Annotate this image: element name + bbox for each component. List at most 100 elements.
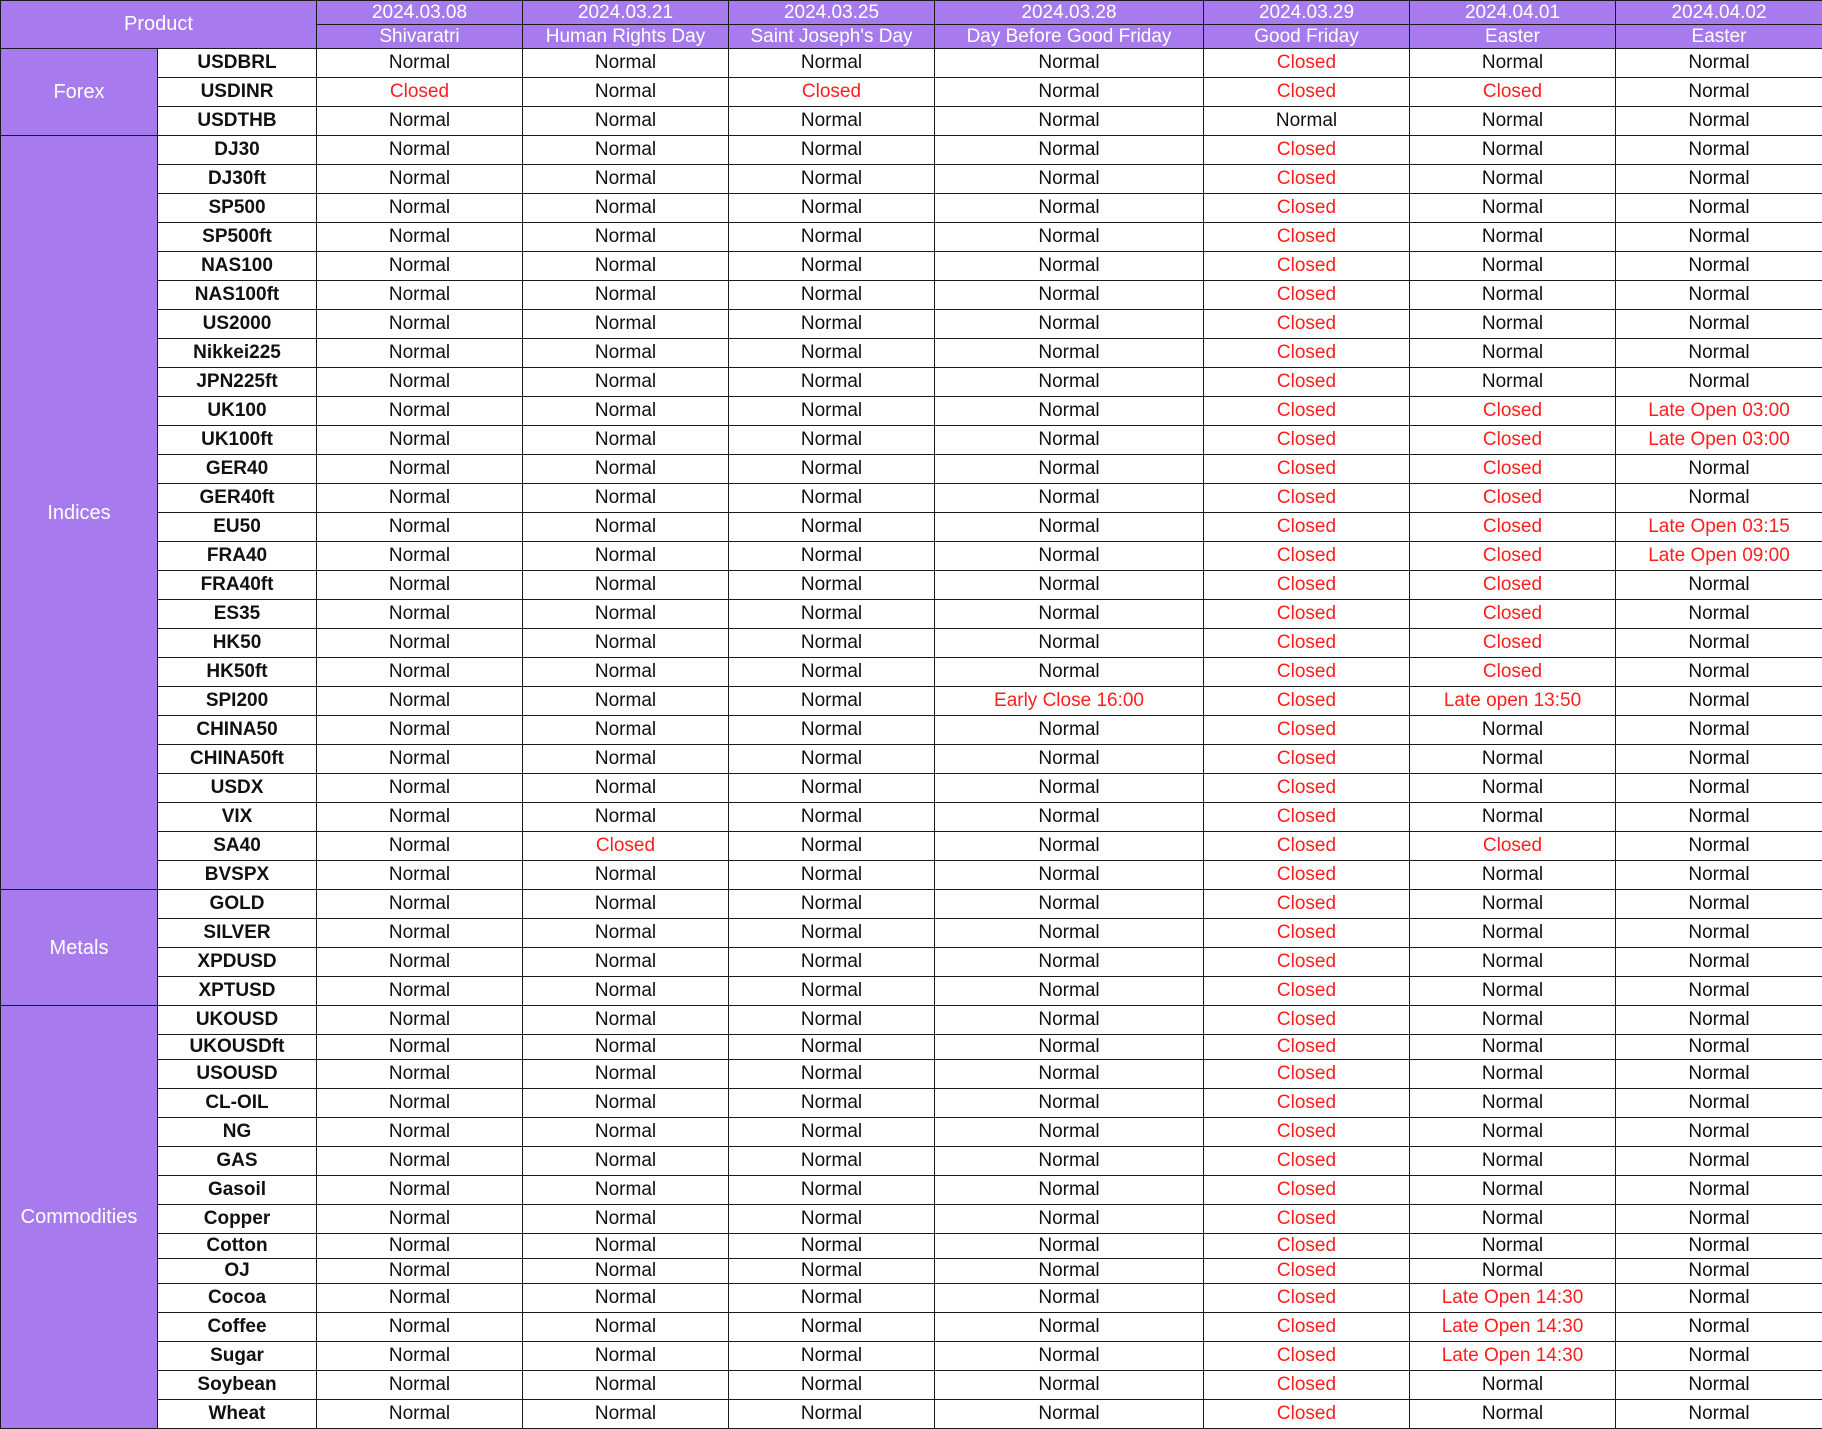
product-cell: SPI200 xyxy=(158,687,317,716)
status-cell: Normal xyxy=(523,397,729,426)
status-cell: Closed xyxy=(1204,1313,1410,1342)
column-date: 2024.03.25 xyxy=(729,1,935,25)
status-cell: Normal xyxy=(729,600,935,629)
status-cell: Late Open 09:00 xyxy=(1616,542,1822,571)
status-cell: Normal xyxy=(935,194,1204,223)
status-cell: Normal xyxy=(935,629,1204,658)
table-row: SugarNormalNormalNormalNormalClosedLate … xyxy=(1,1342,1822,1371)
status-cell: Normal xyxy=(317,426,523,455)
product-cell: GER40ft xyxy=(158,484,317,513)
table-row: NAS100NormalNormalNormalNormalClosedNorm… xyxy=(1,252,1822,281)
table-row: CocoaNormalNormalNormalNormalClosedLate … xyxy=(1,1284,1822,1313)
product-cell: US2000 xyxy=(158,310,317,339)
status-cell: Normal xyxy=(729,774,935,803)
status-cell: Normal xyxy=(317,1371,523,1400)
table-row: SP500NormalNormalNormalNormalClosedNorma… xyxy=(1,194,1822,223)
status-cell: Closed xyxy=(1204,223,1410,252)
status-cell: Normal xyxy=(935,1176,1204,1205)
status-cell: Normal xyxy=(523,861,729,890)
status-cell: Normal xyxy=(317,832,523,861)
status-cell: Normal xyxy=(729,948,935,977)
status-cell: Normal xyxy=(1616,1342,1822,1371)
status-cell: Normal xyxy=(935,745,1204,774)
status-cell: Closed xyxy=(317,78,523,107)
status-cell: Normal xyxy=(1616,252,1822,281)
table-row: UK100NormalNormalNormalNormalClosedClose… xyxy=(1,397,1822,426)
status-cell: Normal xyxy=(523,745,729,774)
status-cell: Normal xyxy=(317,571,523,600)
table-row: CoffeeNormalNormalNormalNormalClosedLate… xyxy=(1,1313,1822,1342)
status-cell: Closed xyxy=(1410,600,1616,629)
status-cell: Normal xyxy=(1410,136,1616,165)
product-cell: Cocoa xyxy=(158,1284,317,1313)
status-cell: Normal xyxy=(1616,629,1822,658)
table-row: USDXNormalNormalNormalNormalClosedNormal… xyxy=(1,774,1822,803)
status-cell: Normal xyxy=(523,1089,729,1118)
status-cell: Normal xyxy=(935,339,1204,368)
status-cell: Closed xyxy=(1204,1205,1410,1234)
status-cell: Normal xyxy=(935,397,1204,426)
status-cell: Normal xyxy=(1410,977,1616,1006)
status-cell: Normal xyxy=(523,455,729,484)
status-cell: Normal xyxy=(317,919,523,948)
status-cell: Normal xyxy=(1616,49,1822,78)
status-cell: Normal xyxy=(317,890,523,919)
status-cell: Normal xyxy=(523,426,729,455)
status-cell: Normal xyxy=(317,252,523,281)
status-cell: Normal xyxy=(935,600,1204,629)
status-cell: Normal xyxy=(523,1147,729,1176)
status-cell: Normal xyxy=(317,194,523,223)
status-cell: Normal xyxy=(523,948,729,977)
status-cell: Normal xyxy=(317,629,523,658)
status-cell: Normal xyxy=(1616,1176,1822,1205)
status-cell: Normal xyxy=(523,136,729,165)
status-cell: Normal xyxy=(1410,339,1616,368)
status-cell: Closed xyxy=(1204,832,1410,861)
status-cell: Closed xyxy=(1204,165,1410,194)
status-cell: Normal xyxy=(729,1371,935,1400)
product-cell: Sugar xyxy=(158,1342,317,1371)
status-cell: Closed xyxy=(1204,339,1410,368)
product-cell: GER40 xyxy=(158,455,317,484)
table-row: CottonNormalNormalNormalNormalClosedNorm… xyxy=(1,1234,1822,1259)
product-cell: USDINR xyxy=(158,78,317,107)
status-cell: Closed xyxy=(1410,832,1616,861)
status-cell: Normal xyxy=(935,281,1204,310)
status-cell: Closed xyxy=(1204,455,1410,484)
status-cell: Closed xyxy=(1204,890,1410,919)
status-cell: Normal xyxy=(317,1400,523,1429)
status-cell: Closed xyxy=(729,78,935,107)
status-cell: Late Open 14:30 xyxy=(1410,1342,1616,1371)
product-cell: CHINA50ft xyxy=(158,745,317,774)
table-row: FRA40ftNormalNormalNormalNormalClosedClo… xyxy=(1,571,1822,600)
status-cell: Normal xyxy=(317,165,523,194)
product-cell: SA40 xyxy=(158,832,317,861)
status-cell: Normal xyxy=(729,368,935,397)
column-date: 2024.04.01 xyxy=(1410,1,1616,25)
product-cell: UK100 xyxy=(158,397,317,426)
product-cell: DJ30ft xyxy=(158,165,317,194)
status-cell: Normal xyxy=(523,1400,729,1429)
product-cell: VIX xyxy=(158,803,317,832)
status-cell: Normal xyxy=(729,832,935,861)
column-holiday: Saint Joseph's Day xyxy=(729,25,935,49)
status-cell: Normal xyxy=(1410,745,1616,774)
status-cell: Normal xyxy=(935,223,1204,252)
product-cell: Cotton xyxy=(158,1234,317,1259)
product-cell: SP500ft xyxy=(158,223,317,252)
product-cell: EU50 xyxy=(158,513,317,542)
status-cell: Normal xyxy=(523,310,729,339)
product-cell: CL-OIL xyxy=(158,1089,317,1118)
column-holiday: Human Rights Day xyxy=(523,25,729,49)
status-cell: Normal xyxy=(1410,1400,1616,1429)
table-row: UKOUSDftNormalNormalNormalNormalClosedNo… xyxy=(1,1035,1822,1060)
status-cell: Normal xyxy=(317,1147,523,1176)
status-cell: Normal xyxy=(729,803,935,832)
status-cell: Normal xyxy=(1410,774,1616,803)
status-cell: Normal xyxy=(523,571,729,600)
status-cell: Normal xyxy=(729,1060,935,1089)
table-row: HK50ftNormalNormalNormalNormalClosedClos… xyxy=(1,658,1822,687)
table-row: GER40ftNormalNormalNormalNormalClosedClo… xyxy=(1,484,1822,513)
status-cell: Normal xyxy=(1616,136,1822,165)
status-cell: Closed xyxy=(1410,426,1616,455)
